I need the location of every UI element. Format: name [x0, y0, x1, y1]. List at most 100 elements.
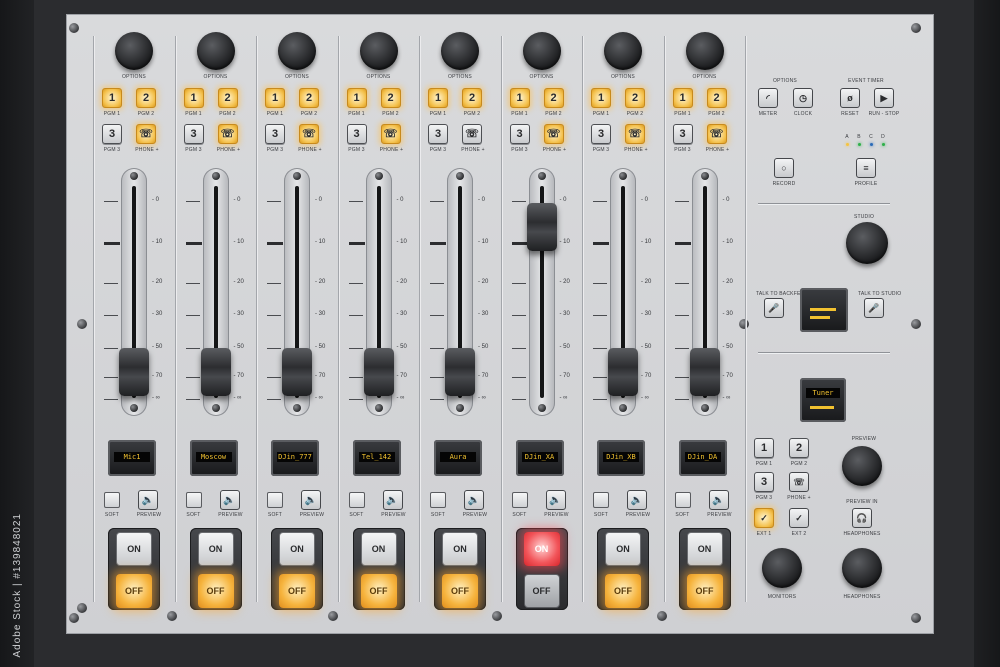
pgm3-button[interactable]: 3 — [265, 124, 285, 144]
channel-options-knob[interactable] — [685, 32, 724, 70]
master-pgm2-button[interactable]: 2 — [789, 438, 809, 458]
record-button[interactable]: ○ — [774, 158, 794, 178]
off-button[interactable]: OFF — [523, 574, 560, 608]
pgm3-button[interactable]: 3 — [509, 124, 530, 144]
soft-button[interactable] — [593, 492, 609, 508]
phone-button[interactable]: ☏ — [299, 124, 319, 144]
phone-button[interactable]: ☏ — [543, 124, 564, 144]
pgm1-button[interactable]: 1 — [672, 88, 693, 108]
channel-options-knob[interactable] — [278, 32, 316, 70]
reset-button[interactable]: ø — [840, 88, 860, 108]
preview-button[interactable]: 🔈 — [138, 490, 158, 510]
channel-fader[interactable] — [689, 348, 720, 397]
off-button[interactable]: OFF — [605, 574, 641, 608]
channel-fader[interactable] — [363, 348, 394, 397]
soft-button[interactable] — [104, 492, 120, 508]
phone-button[interactable]: ☏ — [380, 124, 401, 144]
pgm1-button[interactable]: 1 — [265, 88, 285, 108]
headphones-knob[interactable] — [842, 548, 882, 588]
pgm3-button[interactable]: 3 — [102, 124, 122, 144]
phone-button[interactable]: ☏ — [625, 124, 645, 144]
phone-button[interactable]: ☏ — [462, 124, 482, 144]
on-button[interactable]: ON — [197, 532, 234, 566]
headphones-preview-button[interactable]: 🎧 — [852, 508, 872, 528]
off-button[interactable]: OFF — [442, 574, 478, 608]
talk-studio-button[interactable]: 🎤 — [864, 298, 884, 318]
off-button[interactable]: OFF — [116, 574, 152, 608]
channel-options-knob[interactable] — [441, 32, 479, 70]
pgm1-button[interactable]: 1 — [346, 88, 367, 108]
pgm3-button[interactable]: 3 — [591, 124, 611, 144]
preview-button[interactable]: 🔈 — [464, 490, 484, 510]
pgm1-button[interactable]: 1 — [509, 88, 530, 108]
preview-button[interactable]: 🔈 — [627, 490, 647, 510]
off-button[interactable]: OFF — [686, 574, 723, 608]
pgm1-button[interactable]: 1 — [102, 88, 122, 108]
phone-button[interactable]: ☏ — [217, 124, 238, 144]
soft-button[interactable] — [348, 492, 365, 508]
preview-button[interactable]: 🔈 — [545, 490, 566, 510]
pgm3-button[interactable]: 3 — [346, 124, 367, 144]
meter-button[interactable]: ◜ — [758, 88, 778, 108]
master-pgm1-button[interactable]: 1 — [754, 438, 774, 458]
channel-fader[interactable] — [119, 348, 149, 397]
preview-knob[interactable] — [842, 446, 882, 486]
pgm2-button[interactable]: 2 — [299, 88, 319, 108]
off-button[interactable]: OFF — [360, 574, 397, 608]
channel-options-knob[interactable] — [359, 32, 398, 70]
soft-button[interactable] — [511, 492, 528, 508]
phone-button[interactable]: ☏ — [136, 124, 156, 144]
pgm3-button[interactable]: 3 — [428, 124, 448, 144]
on-button[interactable]: ON — [442, 532, 478, 566]
on-button[interactable]: ON — [116, 532, 152, 566]
preview-button[interactable]: 🔈 — [219, 490, 240, 510]
on-button[interactable]: ON — [605, 532, 641, 566]
pgm1-button[interactable]: 1 — [428, 88, 448, 108]
soft-button[interactable] — [674, 492, 691, 508]
talk-backfeeds-button[interactable]: 🎤 — [764, 298, 784, 318]
pgm2-button[interactable]: 2 — [380, 88, 401, 108]
on-button[interactable]: ON — [279, 532, 315, 566]
pgm2-button[interactable]: 2 — [706, 88, 727, 108]
on-button[interactable]: ON — [360, 532, 397, 566]
preview-button[interactable]: 🔈 — [382, 490, 403, 510]
master-pgm3-button[interactable]: 3 — [754, 472, 774, 492]
soft-button[interactable] — [185, 492, 202, 508]
channel-fader[interactable] — [526, 203, 557, 252]
studio-knob[interactable] — [846, 222, 888, 264]
pgm2-button[interactable]: 2 — [217, 88, 238, 108]
channel-options-knob[interactable] — [604, 32, 642, 70]
clock-button[interactable]: ◷ — [793, 88, 813, 108]
phone-button[interactable]: ☏ — [706, 124, 727, 144]
preview-button[interactable]: 🔈 — [301, 490, 321, 510]
pgm2-button[interactable]: 2 — [543, 88, 564, 108]
preview-button[interactable]: 🔈 — [708, 490, 729, 510]
channel-fader[interactable] — [608, 348, 638, 397]
channel-options-knob[interactable] — [115, 32, 153, 70]
pgm2-button[interactable]: 2 — [625, 88, 645, 108]
on-button[interactable]: ON — [686, 532, 723, 566]
pgm1-button[interactable]: 1 — [591, 88, 611, 108]
channel-options-knob[interactable] — [196, 32, 235, 70]
ext1-button[interactable]: ✓ — [754, 508, 774, 528]
channel-options-knob[interactable] — [522, 32, 561, 70]
pgm3-button[interactable]: 3 — [183, 124, 204, 144]
channel-fader[interactable] — [445, 348, 475, 397]
off-button[interactable]: OFF — [279, 574, 315, 608]
soft-button[interactable] — [267, 492, 283, 508]
pgm2-button[interactable]: 2 — [136, 88, 156, 108]
ext2-button[interactable]: ✓ — [789, 508, 809, 528]
channel-fader[interactable] — [282, 348, 312, 397]
monitors-knob[interactable] — [762, 548, 802, 588]
profile-button[interactable]: ≡ — [856, 158, 876, 178]
speaker-icon: 🔈 — [549, 494, 562, 506]
pgm2-button[interactable]: 2 — [462, 88, 482, 108]
soft-button[interactable] — [430, 492, 446, 508]
master-phone-button[interactable]: ☏ — [789, 472, 809, 492]
pgm1-button[interactable]: 1 — [183, 88, 204, 108]
run-stop-button[interactable]: ▶ — [874, 88, 894, 108]
channel-fader[interactable] — [200, 348, 231, 397]
on-button[interactable]: ON — [523, 532, 560, 566]
off-button[interactable]: OFF — [197, 574, 234, 608]
pgm3-button[interactable]: 3 — [672, 124, 693, 144]
